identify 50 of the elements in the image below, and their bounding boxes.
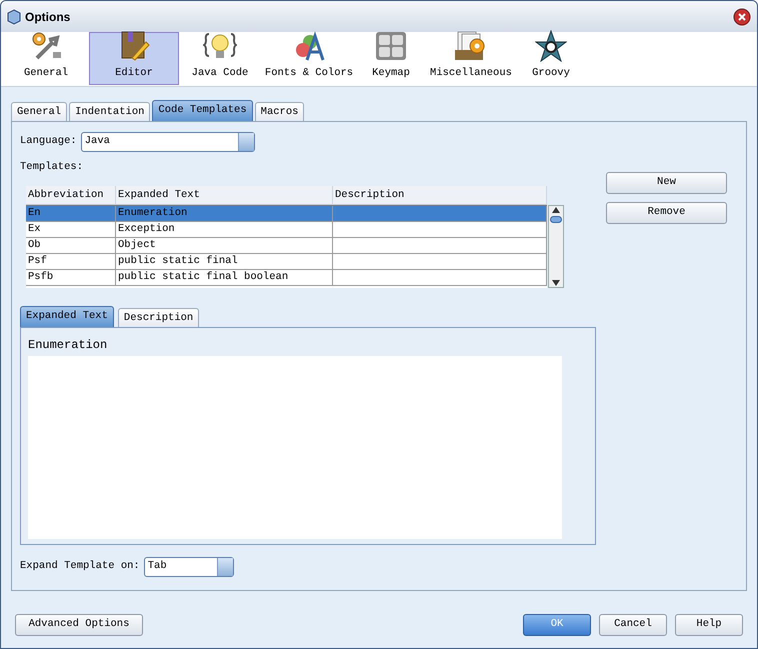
column-header[interactable]: Abbreviation: [26, 186, 116, 204]
button[interactable]: Remove: [606, 202, 727, 224]
column-header[interactable]: Expanded Text: [116, 186, 333, 204]
scroll-thumb[interactable]: [550, 216, 562, 223]
column-header[interactable]: Description: [333, 186, 547, 204]
table-row[interactable]: Psfb public static final boolean: [26, 270, 547, 286]
table-cell: Enumeration: [118, 207, 188, 220]
category-button[interactable]: Editor: [89, 32, 179, 85]
table-row[interactable]: En Enumeration: [26, 206, 547, 222]
category-button[interactable]: Groovy: [523, 32, 579, 85]
tab[interactable]: Expanded Text: [20, 306, 114, 327]
tab[interactable]: Macros: [254, 102, 304, 121]
scroll-up-icon[interactable]: [551, 206, 561, 214]
button[interactable]: Advanced Options: [15, 614, 143, 636]
table-cell: Ex: [28, 223, 41, 236]
scrollbar[interactable]: [548, 204, 564, 288]
tab[interactable]: Code Templates: [152, 100, 253, 121]
table-cell: Psf: [28, 255, 47, 268]
table-row[interactable]: Ob Object: [26, 238, 547, 254]
tab[interactable]: Description: [118, 308, 200, 327]
button[interactable]: Help: [675, 614, 743, 636]
keyboard-keys-icon: [375, 30, 407, 62]
button[interactable]: New: [606, 172, 727, 194]
close-button[interactable]: [733, 8, 751, 26]
field-label: Templates:: [20, 160, 84, 175]
window-title: Options: [25, 8, 70, 26]
expand-dropdown[interactable]: Tab: [144, 556, 234, 577]
category-button[interactable]: Fonts & Colors: [261, 32, 357, 85]
language-dropdown[interactable]: Java: [80, 132, 255, 152]
table-cell: Ob: [28, 239, 41, 252]
table-cell: public static final: [118, 255, 238, 268]
text-content: Enumeration: [28, 336, 108, 354]
button[interactable]: Cancel: [599, 614, 667, 636]
table-cell: Exception: [118, 223, 175, 236]
table-cell: Object: [118, 239, 156, 252]
field-label: Expand Template on:: [20, 558, 140, 574]
field-label: Language:: [20, 134, 77, 150]
table-cell: public static final boolean: [118, 271, 288, 284]
window-icon: [7, 8, 21, 24]
category-button[interactable]: Java Code: [185, 32, 255, 85]
category-button[interactable]: General: [9, 32, 83, 85]
category-button[interactable]: Miscellaneous: [425, 32, 517, 85]
table-row[interactable]: Psf public static final: [26, 254, 547, 270]
table-row[interactable]: Ex Exception: [26, 222, 547, 238]
table-cell: Psfb: [28, 271, 54, 284]
category-button[interactable]: Keymap: [363, 32, 419, 85]
scroll-down-icon[interactable]: [551, 278, 561, 287]
tab[interactable]: Indentation: [69, 102, 150, 121]
table-cell: En: [28, 207, 41, 220]
tab[interactable]: General: [11, 102, 68, 121]
